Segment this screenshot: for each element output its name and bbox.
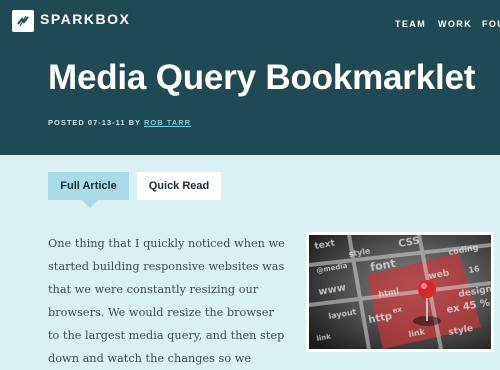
tab-quick-read[interactable]: Quick Read	[137, 172, 221, 200]
text-map-illustration: textstyleCSS coding@media fontwebwww html de…	[309, 235, 491, 349]
nav-item-team[interactable]: TEAM	[395, 19, 426, 29]
nav-item-four[interactable]: FOU	[482, 19, 500, 29]
post-date: POSTED 07-13-11 BY	[48, 118, 141, 127]
article-paragraph: One thing that I quickly noticed when we…	[48, 237, 285, 365]
article-image: text style CSS coding @media font web www html de…	[306, 232, 494, 352]
nav-item-work[interactable]: WORK	[438, 19, 472, 29]
post-meta: POSTED 07-13-11 BY ROB TARR	[48, 118, 191, 127]
site-header: SPARKBOX TEAM WORK FOU Media Query Bookm…	[0, 0, 500, 155]
page-title: Media Query Bookmarklet	[48, 58, 476, 97]
author-link[interactable]: ROB TARR	[144, 118, 191, 127]
tab-full-article[interactable]: Full Article	[48, 172, 129, 208]
active-tab-pointer	[82, 200, 98, 208]
tab-full-article-label: Full Article	[60, 180, 117, 192]
top-nav: TEAM WORK FOU	[0, 19, 500, 33]
tab-quick-read-label: Quick Read	[148, 180, 210, 192]
photo-word: ex	[392, 305, 403, 315]
